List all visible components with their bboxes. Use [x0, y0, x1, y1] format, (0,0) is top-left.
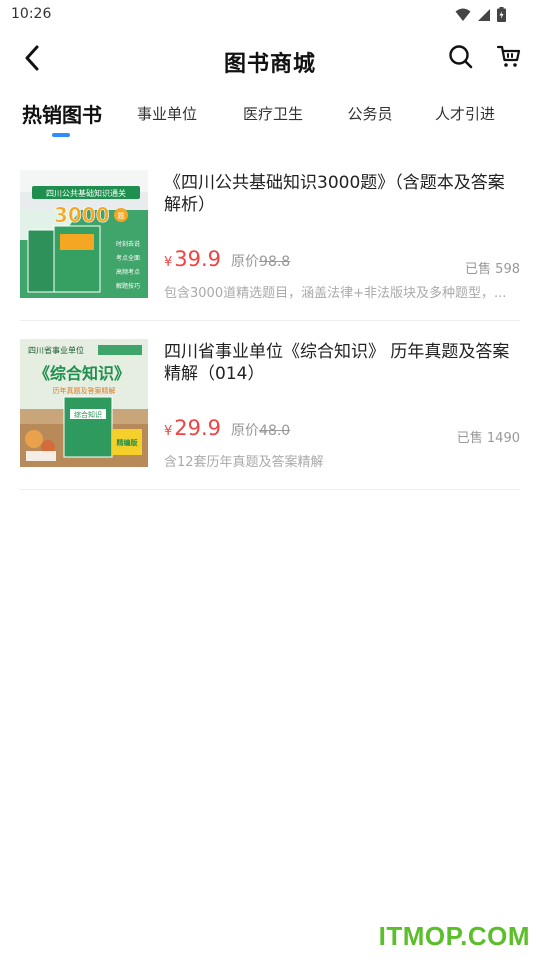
book-title[interactable]: 四川省事业单位《综合知识》 历年真题及答案精解（014）	[164, 341, 520, 385]
book-price: 39.9	[174, 247, 222, 271]
book-item[interactable]: 四川公共基础知识通关 3000 题 时刻去说 考点全面 高频考点 解题技巧 《四…	[20, 152, 520, 321]
watermark: ITMOP.COM	[378, 921, 530, 951]
cover-side-text-3: 高频考点	[116, 268, 140, 276]
tab-civil-servant[interactable]: 公务员	[344, 96, 396, 130]
original-price: 98.8	[259, 254, 291, 270]
original-price-label: 原价	[231, 254, 260, 270]
book-cover-image[interactable]: 四川省事业单位 《综合知识》 历年真题及答案精解 综合知识 精编版	[20, 339, 148, 467]
book-description: 含12套历年真题及答案精解	[164, 455, 324, 470]
book-title[interactable]: 《四川公共基础知识3000题》（含题本及答案解析）	[164, 172, 520, 216]
sold-count: 已售 598	[465, 262, 520, 277]
sold-count: 已售 1490	[456, 431, 520, 446]
cart-icon	[496, 44, 522, 74]
tab-talent[interactable]: 人才引进	[430, 96, 500, 130]
cover-small-text: 题	[118, 212, 125, 220]
cover-book-label: 综合知识	[74, 410, 102, 419]
original-price-label: 原价	[231, 423, 260, 439]
tab-medical[interactable]: 医疗卫生	[238, 96, 308, 130]
cart-button[interactable]	[494, 44, 524, 74]
cover-side-text-4: 解题技巧	[116, 282, 140, 290]
cell-signal-icon	[477, 7, 491, 26]
book-list: 四川公共基础知识通关 3000 题 时刻去说 考点全面 高频考点 解题技巧 《四…	[20, 152, 520, 490]
original-price: 48.0	[259, 423, 291, 439]
category-tabs: 热销图书 事业单位 医疗卫生 公务员 人才引进	[0, 96, 540, 140]
book-item[interactable]: 四川省事业单位 《综合知识》 历年真题及答案精解 综合知识 精编版 四川省事业单…	[20, 321, 520, 490]
cover-big-text: 《综合知识》	[34, 364, 130, 383]
battery-icon	[497, 7, 506, 26]
price-row: ¥ 39.9 原价 98.8	[164, 247, 290, 271]
cover-sub-text: 历年真题及答案精解	[53, 386, 116, 395]
cover-top-label: 四川省事业单位	[28, 345, 84, 355]
cover-side-text-1: 时刻去说	[116, 240, 140, 248]
status-bar: 10:26	[0, 0, 540, 32]
status-time: 10:26	[11, 6, 52, 22]
cover-top-label: 四川公共基础知识通关	[46, 188, 126, 198]
book-cover-image[interactable]: 四川公共基础知识通关 3000 题 时刻去说 考点全面 高频考点 解题技巧	[20, 170, 148, 298]
wifi-icon	[455, 7, 471, 26]
tab-public-institution[interactable]: 事业单位	[132, 96, 202, 130]
active-tab-indicator	[52, 133, 70, 137]
cover-side-text-2: 考点全面	[116, 254, 140, 262]
search-icon	[448, 44, 474, 74]
book-price: 29.9	[174, 416, 222, 440]
currency-symbol: ¥	[164, 255, 173, 270]
cover-badge: 精编版	[117, 438, 138, 447]
book-description: 包含3000道精选题目，涵盖法律+非法版块及多种题型，...	[164, 286, 507, 301]
currency-symbol: ¥	[164, 424, 173, 439]
tab-hot-books[interactable]: 热销图书	[20, 96, 104, 130]
status-icons	[455, 7, 506, 26]
price-row: ¥ 29.9 原价 48.0	[164, 416, 290, 440]
search-button[interactable]	[446, 44, 476, 74]
cover-big-text: 3000	[54, 203, 110, 227]
app-header: 图书商城	[0, 36, 540, 84]
